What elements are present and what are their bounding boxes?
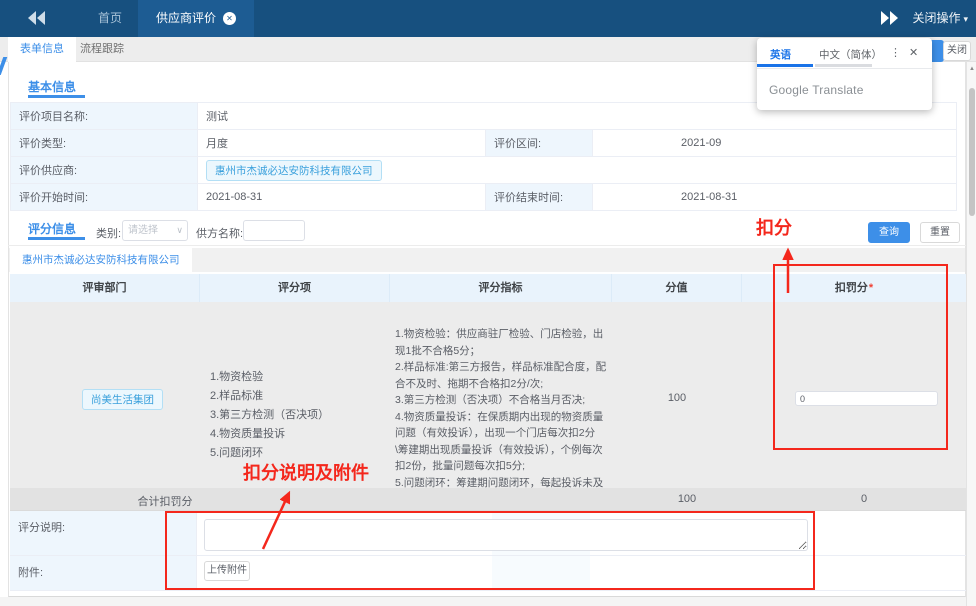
tab-supplier-evaluation[interactable]: 供应商评价 ✕ [138, 0, 254, 37]
translate-tab-chinese-underline [815, 64, 872, 67]
translate-tab-english[interactable]: 英语 [770, 47, 791, 62]
chevron-down-icon: ∨ [176, 221, 183, 240]
field-value: 惠州市杰诚必达安防科技有限公司 [198, 157, 957, 184]
total-score-value: 100 [622, 493, 752, 505]
close-tab-icon[interactable]: ✕ [223, 12, 236, 25]
attachment-row: 附件: [10, 556, 966, 591]
field-value: 2021-09 [593, 130, 957, 157]
search-button[interactable]: 查询 [868, 222, 910, 243]
close-operations-menu[interactable]: 关闭操作▾ [912, 0, 968, 37]
close-button[interactable]: 关闭 [943, 41, 971, 61]
field-label: 评价项目名称: [11, 103, 198, 130]
score-items-text: 1.物资检验 2.样品标准 3.第三方检测（否决项） 4.物资质量投诉 5.问题… [210, 368, 390, 463]
remark-textarea[interactable] [204, 519, 808, 551]
category-label: 类别: [96, 225, 121, 241]
column-header: 评分指标 [390, 274, 612, 302]
scroll-up-icon[interactable]: ▲ [968, 66, 976, 72]
reset-button[interactable]: 重置 [920, 222, 960, 243]
score-info-title-underline [28, 237, 85, 240]
vertical-scrollbar[interactable]: ▲ [966, 62, 976, 606]
tab-home-label: 首页 [98, 11, 122, 25]
field-label: 评价开始时间: [11, 184, 198, 211]
table-row: 评价供应商: 惠州市杰诚必达安防科技有限公司 [11, 157, 957, 184]
total-label: 合计扣罚分 [10, 493, 320, 509]
popup-close-icon[interactable]: ✕ [909, 46, 918, 59]
column-header: 评分项 [200, 274, 390, 302]
popup-divider [757, 68, 932, 69]
category-select[interactable]: 请选择 ∨ [122, 220, 188, 241]
close-operations-label: 关闭操作 [912, 11, 960, 25]
tab-supplier-evaluation-label: 供应商评价 [156, 11, 216, 25]
vendor-name-input[interactable] [243, 220, 305, 241]
field-label: 评价类型: [11, 130, 198, 157]
column-header-penalty: 扣罚分* [742, 274, 966, 302]
translate-tab-english-underline [757, 64, 813, 67]
expand-tabs-icon[interactable] [880, 11, 898, 25]
basic-info-table: 评价项目名称: 测试 评价类型: 月度 评价区间: 2021-09 评价供应商:… [10, 102, 957, 211]
category-placeholder: 请选择 [128, 225, 158, 236]
section-divider [8, 245, 966, 246]
vendor-name-label: 供方名称: [196, 225, 243, 241]
top-tab-bar: 首页 供应商评价 ✕ 关闭操作▾ [0, 0, 976, 37]
supplier-tab-strip: 惠州市杰诚必达安防科技有限公司 [9, 248, 965, 272]
basic-info-title: 基本信息 [28, 78, 76, 95]
department-button[interactable]: 尚美生活集团 [82, 389, 163, 410]
table-row: 评价类型: 月度 评价区间: 2021-09 [11, 130, 957, 157]
supplier-link-button[interactable]: 惠州市杰诚必达安防科技有限公司 [206, 160, 382, 181]
upload-attachment-button[interactable]: 上传附件 [204, 561, 250, 581]
translate-tab-chinese[interactable]: 中文（简体） [819, 47, 882, 62]
score-info-title: 评分信息 [28, 220, 76, 237]
field-label: 评价供应商: [11, 157, 198, 184]
score-value: 100 [612, 392, 742, 404]
kebab-menu-icon[interactable]: ⋮ [890, 46, 901, 59]
tab-home[interactable]: 首页 [80, 0, 140, 37]
attachment-label: 附件: [10, 556, 197, 590]
page-bottom-gutter [0, 597, 976, 606]
scrollbar-thumb[interactable] [969, 88, 975, 216]
field-label: 评价结束时间: [486, 184, 593, 211]
field-value: 月度 [198, 130, 486, 157]
table-row: 评价开始时间: 2021-08-31 评价结束时间: 2021-08-31 [11, 184, 957, 211]
tab-form-info[interactable]: 表单信息 [8, 37, 76, 62]
chevron-down-icon: ▾ [963, 14, 968, 24]
total-penalty-value: 0 [752, 493, 976, 505]
total-row: 合计扣罚分 100 0 [10, 488, 966, 511]
score-indicator-text: 1.物资检验：供应商驻厂检验、门店检验，出现1批不合格5分； 2.样品标准:第三… [395, 326, 608, 508]
google-translate-popup: 英语 中文（简体） ⋮ ✕ Google Translate [757, 38, 932, 110]
supplier-evaluation-page: 首页 供应商评价 ✕ 关闭操作▾ 表单信息 流程跟踪 基本信息 评价项目名称: 测… [0, 0, 976, 606]
tab-accent-mark [0, 57, 7, 75]
field-value: 2021-08-31 [593, 184, 957, 211]
basic-info-title-underline [28, 95, 85, 98]
field-label: 评价区间: [486, 130, 593, 157]
remark-label: 评分说明: [10, 511, 197, 555]
required-mark: * [869, 282, 873, 294]
tab-process-tracking[interactable]: 流程跟踪 [68, 37, 136, 62]
collapse-tabs-icon[interactable] [28, 11, 46, 25]
score-table-header: 评审部门 评分项 评分指标 分值 扣罚分* [10, 274, 966, 302]
field-value: 2021-08-31 [198, 184, 486, 211]
column-header: 分值 [612, 274, 742, 302]
penalty-input[interactable] [795, 391, 938, 406]
column-header: 评审部门 [10, 274, 200, 302]
tab-supplier-company[interactable]: 惠州市杰诚必达安防科技有限公司 [10, 248, 192, 272]
google-translate-brand: Google Translate [769, 83, 864, 97]
